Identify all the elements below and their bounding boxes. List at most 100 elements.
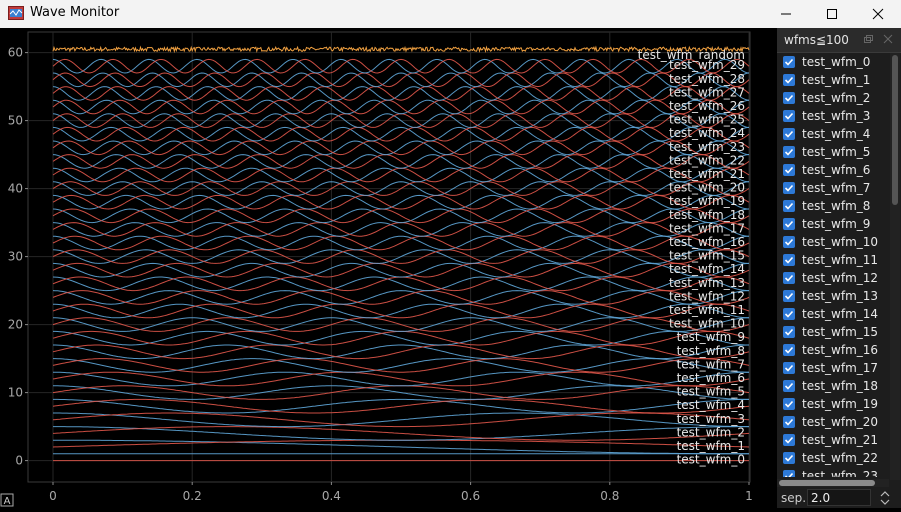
series-label: test_wfm_18 [669,208,745,222]
waveform-item[interactable]: test_wfm_11 [777,251,889,269]
x-tick-label: 0.6 [461,489,480,503]
waveform-checkbox[interactable] [783,272,795,284]
waveform-item[interactable]: test_wfm_3 [777,107,889,125]
waveform-checkbox[interactable] [783,92,795,104]
autoscale-button[interactable]: A [0,493,14,507]
waveform-checkbox[interactable] [783,218,795,230]
waveform-item[interactable]: test_wfm_10 [777,233,889,251]
waveform-label: test_wfm_4 [802,127,871,141]
waveform-label: test_wfm_15 [802,325,879,339]
checkmark-icon [784,238,794,246]
horizontal-scroll-thumb[interactable] [779,480,875,486]
waveform-item[interactable]: test_wfm_21 [777,431,889,449]
waveform-label: test_wfm_1 [802,73,871,87]
waveform-item[interactable]: test_wfm_8 [777,197,889,215]
waveform-item[interactable]: test_wfm_9 [777,215,889,233]
maximize-button[interactable] [809,0,855,28]
waveform-item[interactable]: test_wfm_6 [777,161,889,179]
close-button[interactable] [855,0,901,28]
plot-area[interactable]: 0 10 20 30 40 50 60 0 0.2 0.4 0.6 0.8 1 test_wfm_0 tes… [0,28,776,508]
waveform-checkbox[interactable] [783,470,795,477]
waveform-item[interactable]: test_wfm_2 [777,89,889,107]
waveform-item[interactable]: test_wfm_18 [777,377,889,395]
separation-stepper[interactable] [875,489,895,507]
stepper-up-icon [880,491,890,497]
checkmark-icon [784,130,794,138]
waveform-item[interactable]: test_wfm_23 [777,467,889,477]
waveform-checkbox[interactable] [783,380,795,392]
checkmark-icon [784,184,794,192]
waveform-checkbox[interactable] [783,398,795,410]
series-label: test_wfm_11 [669,303,745,317]
waveform-checkbox[interactable] [783,290,795,302]
series-label: test_wfm_17 [669,221,745,235]
waveform-checkbox[interactable] [783,362,795,374]
vertical-scrollbar[interactable] [890,53,900,480]
close-panel-icon[interactable] [883,34,893,44]
sidebar-title: wfms≦100 [784,33,849,47]
waveform-item[interactable]: test_wfm_7 [777,179,889,197]
series-label: test_wfm_13 [669,276,745,290]
minimize-icon [781,13,791,15]
waveform-label: test_wfm_18 [802,379,879,393]
series-label: test_wfm_1 [677,439,745,453]
waveform-item[interactable]: test_wfm_13 [777,287,889,305]
waveform-checkbox[interactable] [783,326,795,338]
waveform-list: test_wfm_0 test_wfm_1 test_wfm_2 test_wfm_3… [777,53,889,477]
maximize-icon [827,9,837,19]
waveform-checkbox[interactable] [783,146,795,158]
waveform-label: test_wfm_10 [802,235,879,249]
app-icon [8,6,24,20]
vertical-scroll-thumb[interactable] [892,55,898,205]
waveform-checkbox[interactable] [783,344,795,356]
checkmark-icon [784,76,794,84]
waveform-checkbox[interactable] [783,74,795,86]
y-tick-label: 50 [8,114,23,128]
waveform-checkbox[interactable] [783,416,795,428]
series-label: test_wfm_14 [669,262,745,276]
waveform-checkbox[interactable] [783,308,795,320]
checkmark-icon [784,472,794,477]
y-tick-label: 60 [8,46,23,60]
waveform-item[interactable]: test_wfm_0 [777,53,889,71]
waveform-item[interactable]: test_wfm_17 [777,359,889,377]
waveform-item[interactable]: test_wfm_19 [777,395,889,413]
waveform-item[interactable]: test_wfm_15 [777,323,889,341]
waveform-item[interactable]: test_wfm_1 [777,71,889,89]
waveform-item[interactable]: test_wfm_5 [777,143,889,161]
y-tick-label: 20 [8,318,23,332]
waveform-item[interactable]: test_wfm_16 [777,341,889,359]
waveform-checkbox[interactable] [783,200,795,212]
minimize-button[interactable] [763,0,809,28]
separation-input[interactable]: 2.0 [807,489,871,506]
series-label: test_wfm_16 [669,235,745,249]
waveform-checkbox[interactable] [783,254,795,266]
x-tick-label: 0.8 [600,489,619,503]
waveform-checkbox[interactable] [783,182,795,194]
sidebar-header: wfms≦100 [777,28,901,53]
waveform-item[interactable]: test_wfm_22 [777,449,889,467]
series-label: test_wfm_21 [669,167,745,181]
waveform-item[interactable]: test_wfm_4 [777,125,889,143]
waveform-item[interactable]: test_wfm_14 [777,305,889,323]
waveform-checkbox[interactable] [783,56,795,68]
horizontal-scrollbar[interactable] [777,479,889,487]
checkmark-icon [784,310,794,318]
waveform-item[interactable]: test_wfm_12 [777,269,889,287]
checkmark-icon [784,94,794,102]
waveform-checkbox[interactable] [783,434,795,446]
waveform-label: test_wfm_13 [802,289,879,303]
waveform-chart[interactable]: 01020304050600 0.2 0.4 0.6 0.8 1test_wfm_0tes… [0,28,776,508]
waveform-checkbox[interactable] [783,164,795,176]
checkmark-icon [784,400,794,408]
waveform-checkbox[interactable] [783,110,795,122]
checkmark-icon [784,292,794,300]
float-icon[interactable] [863,34,873,44]
series-label: test_wfm_6 [677,371,745,385]
checkmark-icon [784,364,794,372]
waveform-label: test_wfm_23 [802,469,879,477]
waveform-checkbox[interactable] [783,128,795,140]
waveform-checkbox[interactable] [783,452,795,464]
waveform-checkbox[interactable] [783,236,795,248]
waveform-item[interactable]: test_wfm_20 [777,413,889,431]
